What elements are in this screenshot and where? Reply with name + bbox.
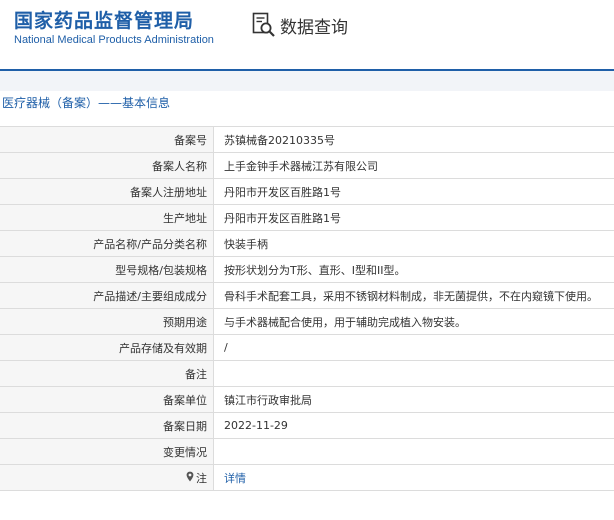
field-value: / [213, 334, 614, 361]
field-label: 产品描述/主要组成成分 [0, 282, 214, 309]
table-row: 备案单位 镇江市行政审批局 [0, 386, 614, 413]
location-pin-icon [186, 471, 194, 485]
field-value: 苏镇械备20210335号 [213, 126, 614, 153]
table-row: 型号规格/包装规格 按形状划分为T形、直形、I型和II型。 [0, 256, 614, 283]
field-value: 按形状划分为T形、直形、I型和II型。 [213, 256, 614, 283]
data-query-label: 数据查询 [280, 17, 348, 38]
field-label: 型号规格/包装规格 [0, 256, 214, 283]
table-row: 变更情况 [0, 438, 614, 465]
table-row: 生产地址 丹阳市开发区百胜路1号 [0, 204, 614, 231]
data-query-title: 数据查询 [252, 12, 348, 38]
logo-title-cn[interactable]: 国家药品监督管理局 [14, 6, 194, 33]
field-label: 备注 [0, 360, 214, 387]
field-value: 与手术器械配合使用，用于辅助完成植入物安装。 [213, 308, 614, 335]
field-value: 2022-11-29 [213, 412, 614, 439]
field-label: 备案单位 [0, 386, 214, 413]
field-value: 快装手柄 [213, 230, 614, 257]
header-band [0, 71, 614, 91]
logo-title-en[interactable]: National Medical Products Administration [14, 34, 214, 46]
field-label: 备案日期 [0, 412, 214, 439]
table-row: 备案号 苏镇械备20210335号 [0, 126, 614, 153]
field-label: 备案号 [0, 126, 214, 153]
table-row: 备案人注册地址 丹阳市开发区百胜路1号 [0, 178, 614, 205]
note-label-cell: 注 [0, 464, 214, 491]
field-value: 丹阳市开发区百胜路1号 [213, 204, 614, 231]
site-header: 国家药品监督管理局 National Medical Products Admi… [0, 0, 614, 66]
table-row: 预期用途 与手术器械配合使用，用于辅助完成植入物安装。 [0, 308, 614, 335]
record-detail-table: 备案号 苏镇械备20210335号 备案人名称 上手金钟手术器械江苏有限公司 备… [0, 126, 614, 491]
field-label: 备案人注册地址 [0, 178, 214, 205]
breadcrumb-bar: 医疗器械（备案）——基本信息 [0, 91, 614, 115]
field-label: 产品存储及有效期 [0, 334, 214, 361]
field-label: 预期用途 [0, 308, 214, 335]
note-label: 注 [186, 470, 207, 486]
details-link[interactable]: 详情 [213, 464, 614, 491]
field-label: 产品名称/产品分类名称 [0, 230, 214, 257]
field-label: 生产地址 [0, 204, 214, 231]
field-value [213, 360, 614, 387]
field-label: 变更情况 [0, 438, 214, 465]
table-row: 产品名称/产品分类名称 快装手柄 [0, 230, 614, 257]
table-row: 产品存储及有效期 / [0, 334, 614, 361]
table-row: 备案日期 2022-11-29 [0, 412, 614, 439]
table-row: 产品描述/主要组成成分 骨科手术配套工具，采用不锈钢材料制成，非无菌提供，不在内… [0, 282, 614, 309]
table-row: 注 详情 [0, 464, 614, 491]
table-row: 备案人名称 上手金钟手术器械江苏有限公司 [0, 152, 614, 179]
table-row: 备注 [0, 360, 614, 387]
breadcrumb: 医疗器械（备案）——基本信息 [2, 96, 171, 110]
field-value: 骨科手术配套工具，采用不锈钢材料制成，非无菌提供，不在内窥镜下使用。 [213, 282, 614, 309]
document-search-icon [252, 12, 276, 38]
note-label-text: 注 [196, 471, 207, 485]
field-value: 上手金钟手术器械江苏有限公司 [213, 152, 614, 179]
field-value: 丹阳市开发区百胜路1号 [213, 178, 614, 205]
field-label: 备案人名称 [0, 152, 214, 179]
field-value: 镇江市行政审批局 [213, 386, 614, 413]
field-value [213, 438, 614, 465]
